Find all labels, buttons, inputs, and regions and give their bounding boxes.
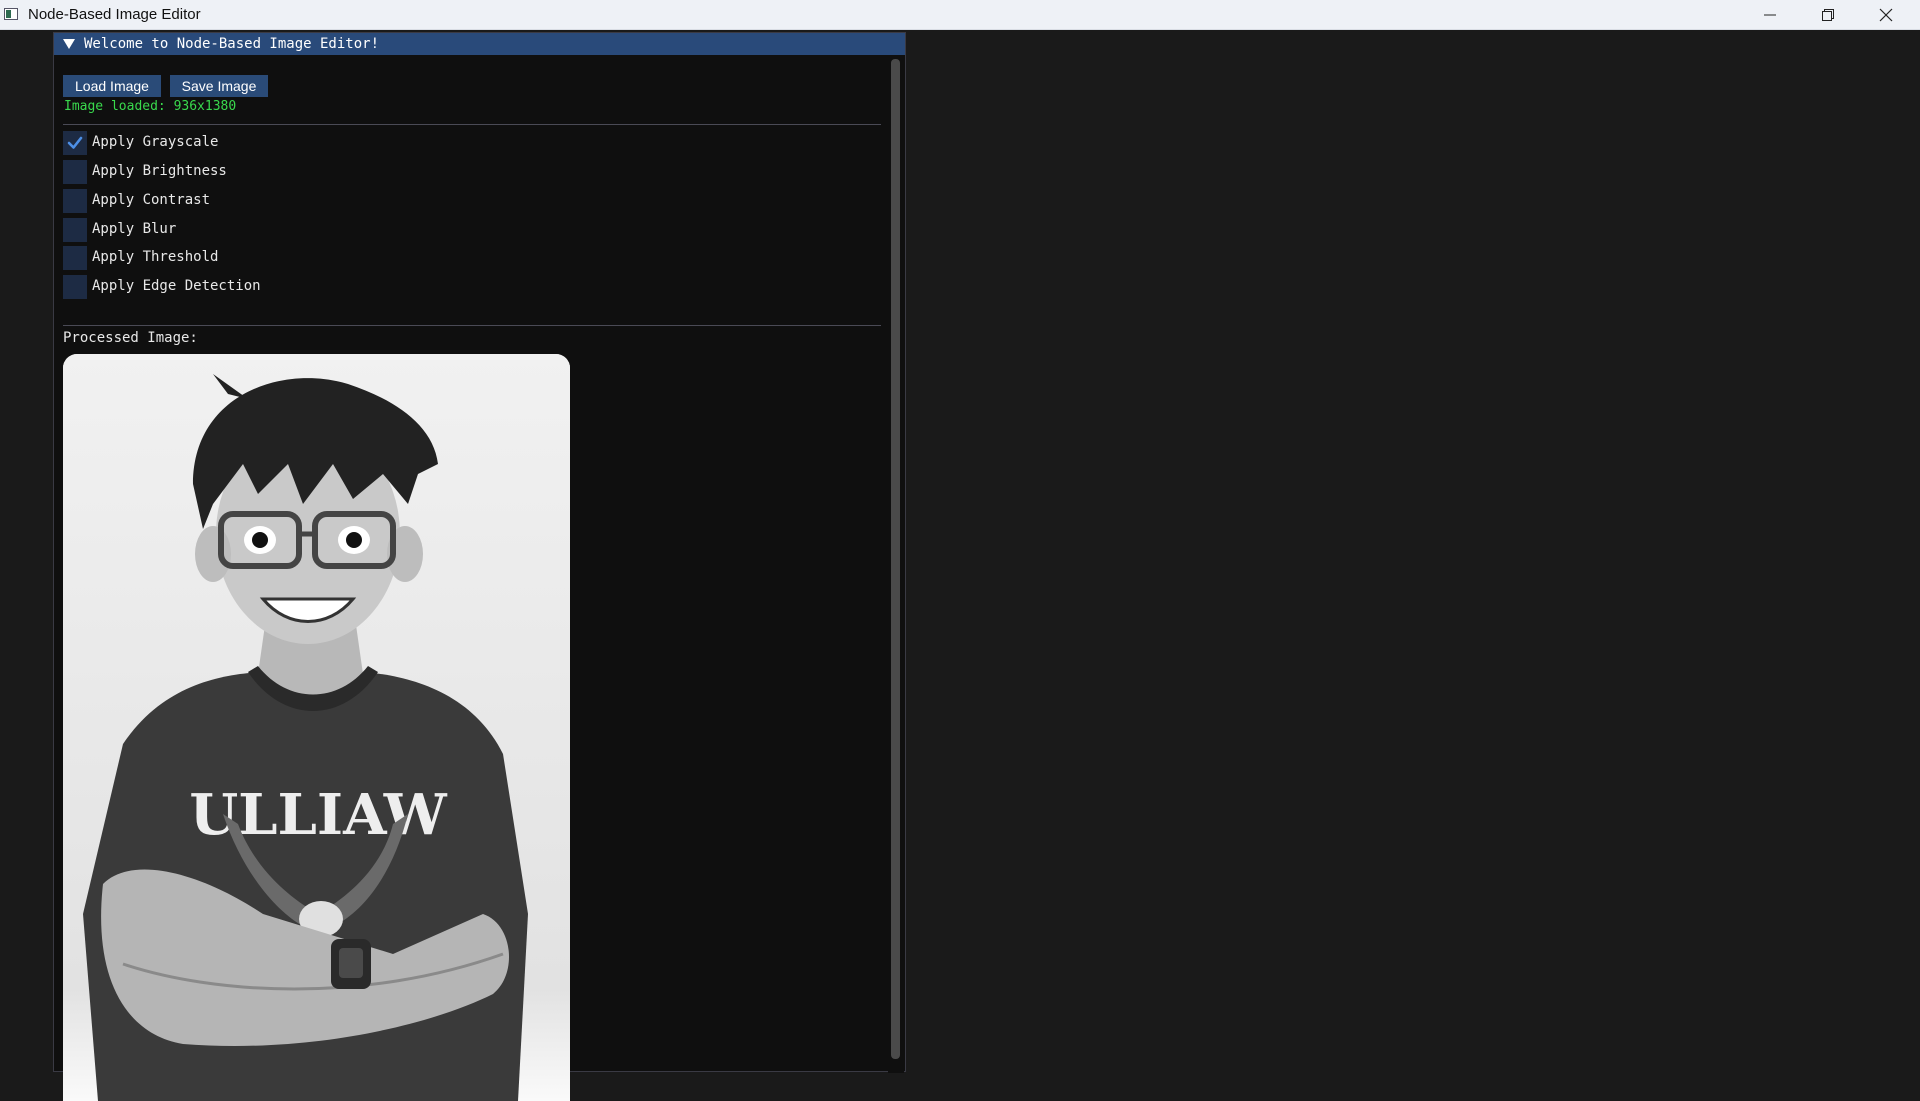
panel-header[interactable]: Welcome to Node-Based Image Editor! [54, 33, 905, 55]
checkbox-contrast[interactable] [63, 189, 87, 213]
checkbox-grayscale[interactable] [63, 131, 87, 155]
grayscale-portrait-illustration: ULLIAW [63, 354, 570, 1101]
checkbox-label: Apply Threshold [92, 249, 219, 265]
os-title-bar: Node-Based Image Editor [0, 0, 1920, 30]
status-text: Image loaded: 936x1380 [64, 99, 237, 114]
restore-button[interactable] [1800, 0, 1858, 29]
checkbox-label: Apply Brightness [92, 163, 227, 179]
checkbox-brightness[interactable] [63, 160, 87, 184]
checkbox-label: Apply Contrast [92, 192, 211, 208]
checkbox-edge-detection[interactable] [63, 275, 87, 299]
scrollbar-thumb[interactable] [891, 59, 900, 1059]
checkbox-threshold[interactable] [63, 246, 87, 270]
separator [63, 124, 881, 125]
shirt-text: ULLIAW [189, 782, 447, 848]
minimize-button[interactable] [1742, 0, 1800, 29]
vertical-scrollbar[interactable] [888, 55, 904, 1073]
separator [63, 325, 881, 326]
checkmark-icon [67, 136, 83, 149]
close-button[interactable] [1858, 0, 1916, 29]
triangle-down-icon[interactable] [63, 39, 75, 49]
checkbox-label: Apply Blur [92, 221, 177, 237]
close-icon [1879, 8, 1893, 22]
app-icon [4, 8, 18, 20]
window-title: Node-Based Image Editor [28, 6, 201, 23]
processed-image-label: Processed Image: [63, 330, 198, 346]
load-image-button[interactable]: Load Image [63, 75, 161, 97]
checkbox-blur[interactable] [63, 218, 87, 242]
restore-icon [1822, 9, 1834, 21]
checkbox-label: Apply Edge Detection [92, 278, 261, 294]
checkbox-label: Apply Grayscale [92, 134, 219, 150]
processed-image: ULLIAW [63, 354, 570, 1101]
editor-panel: Welcome to Node-Based Image Editor! Load… [53, 32, 906, 1101]
minimize-icon [1764, 14, 1776, 16]
save-image-button[interactable]: Save Image [170, 75, 268, 97]
panel-body: Load Image Save Image Image loaded: 936x… [54, 55, 905, 1101]
panel-title: Welcome to Node-Based Image Editor! [84, 36, 380, 52]
